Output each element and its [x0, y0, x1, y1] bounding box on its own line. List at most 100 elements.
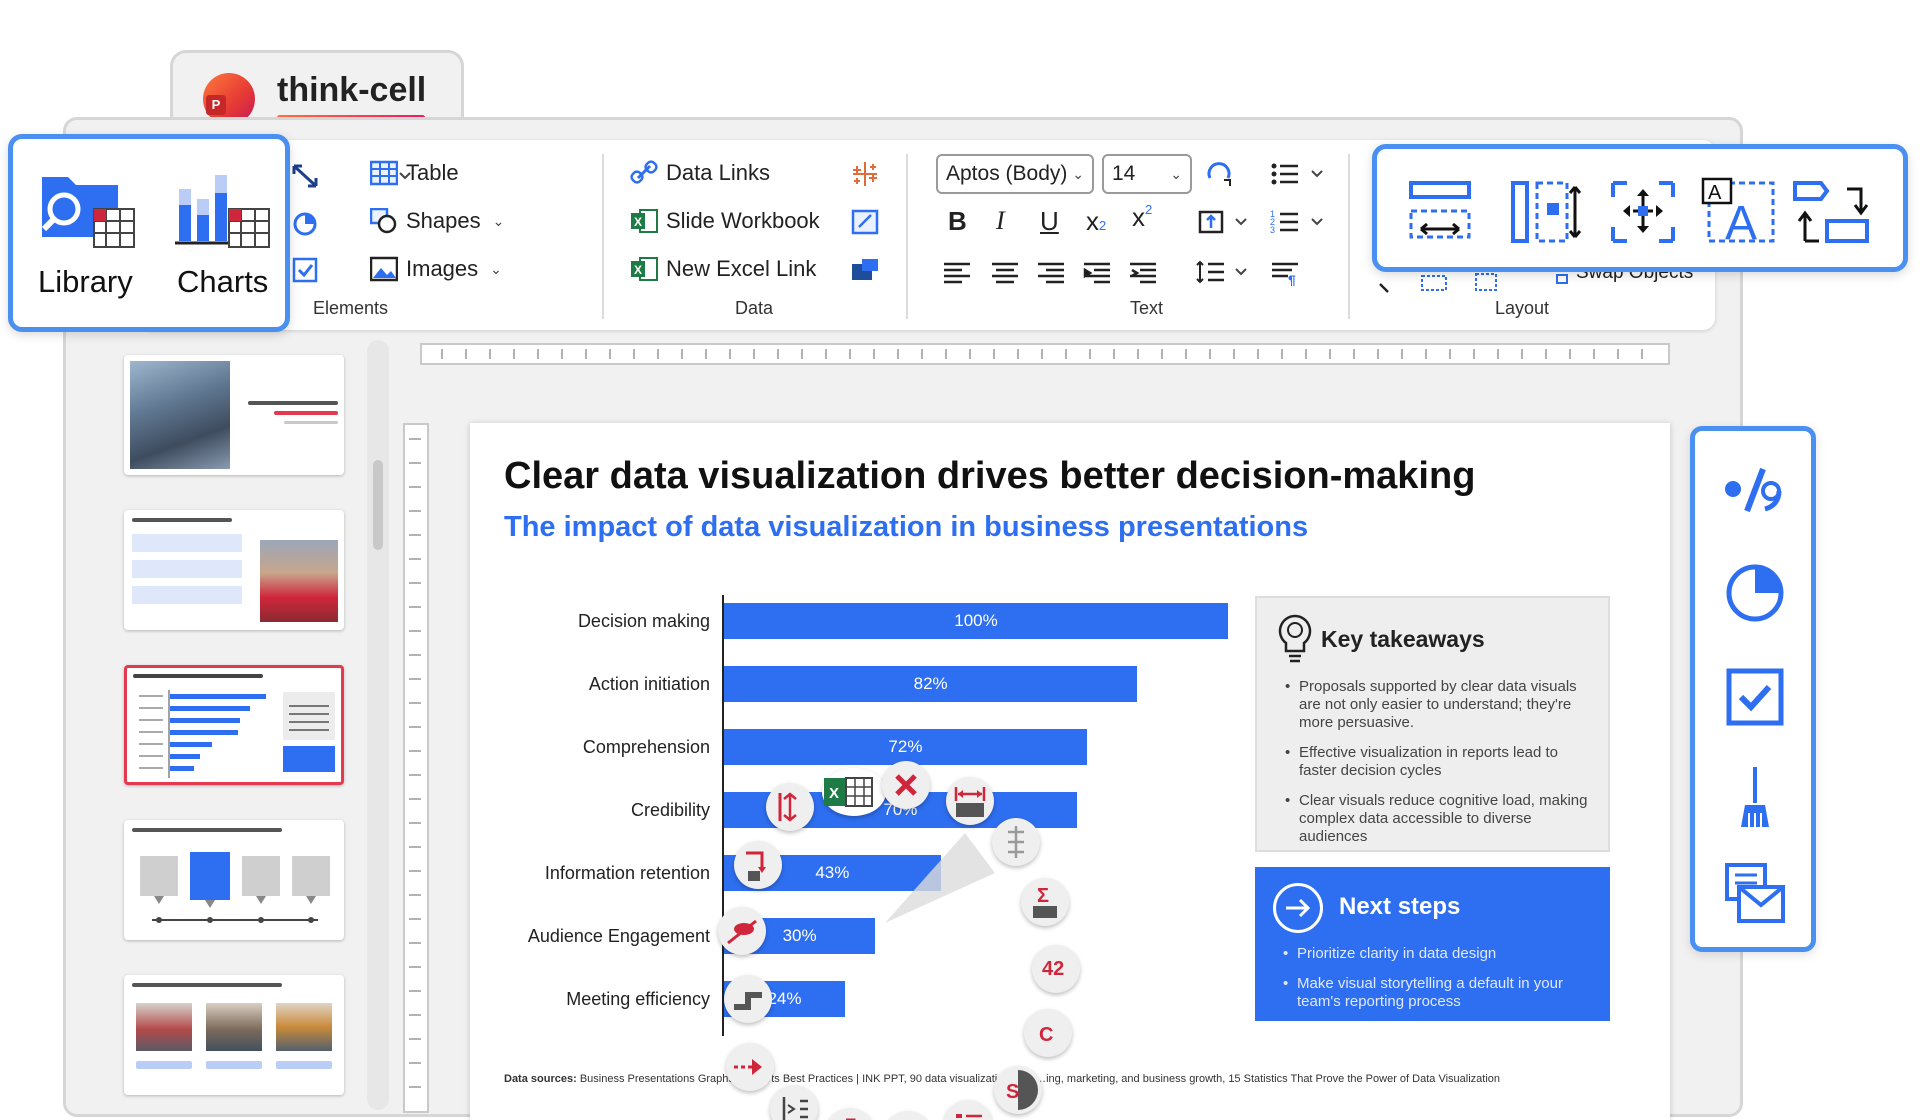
key-takeaways-box[interactable]: Key takeaways Proposals supported by cle…	[1255, 596, 1610, 852]
trend-line-icon[interactable]	[718, 907, 766, 955]
slide-subtitle[interactable]: The impact of data visualization in busi…	[504, 511, 1308, 544]
excel-datasheet-icon[interactable]: X	[822, 768, 886, 816]
next-steps-list: Prioritize clarity in data design Make v…	[1283, 945, 1603, 1023]
images-button[interactable]: Images ⌄	[369, 256, 502, 282]
bar-value-label: 24%	[767, 989, 802, 1008]
percent-icon[interactable]	[1721, 461, 1785, 522]
autofit-icon[interactable]	[1204, 160, 1234, 188]
list-item: Effective visualization in reports lead …	[1285, 744, 1595, 780]
slide-title[interactable]: Clear data visualization drives better d…	[504, 455, 1475, 498]
font-family-select[interactable]: Aptos (Body) ⌄	[936, 154, 1094, 194]
shapes-icon	[369, 207, 398, 234]
slide-canvas[interactable]: Clear data visualization drives better d…	[470, 423, 1670, 1120]
underline-button[interactable]: U	[1040, 206, 1059, 237]
thumb-line	[284, 421, 338, 424]
numbering-icon[interactable]: 123	[1270, 208, 1330, 236]
next-steps-title: Next steps	[1339, 893, 1461, 920]
chart-bar[interactable]: 100%	[724, 603, 1228, 639]
list-item: Make visual storytelling a default in yo…	[1283, 975, 1603, 1011]
broom-icon[interactable]	[1731, 765, 1781, 836]
pie-chart-icon[interactable]	[1725, 563, 1785, 628]
bar-value-label: 43%	[815, 863, 850, 882]
data-links-label: Data Links	[666, 160, 770, 185]
person-photo	[260, 540, 338, 622]
series-color-icon[interactable]: S	[994, 1066, 1042, 1114]
category-label: Audience Engagement	[527, 926, 710, 946]
next-steps-box[interactable]: Next steps Prioritize clarity in data de…	[1255, 867, 1610, 1021]
delete-icon[interactable]	[882, 761, 930, 809]
vertical-ruler[interactable]	[403, 423, 429, 1113]
slide-thumbnail-4[interactable]	[124, 820, 344, 940]
chevron-down-icon: ⌄	[490, 260, 502, 277]
arrow-left-icon[interactable]	[726, 1043, 774, 1091]
step-line-icon[interactable]	[724, 975, 772, 1023]
font-size-select[interactable]: 14 ⌄	[1102, 154, 1192, 194]
slide-thumbnail-1[interactable]	[124, 355, 344, 475]
library-icon[interactable]	[38, 165, 138, 255]
arrow-right-circle-icon	[1273, 883, 1323, 933]
data-links-button[interactable]: Data Links	[630, 160, 770, 186]
slide-thumbnail-3-active[interactable]	[124, 665, 344, 785]
list-item: Clear visuals reduce cognitive load, mak…	[1285, 792, 1595, 846]
svg-text:Σ: Σ	[1037, 885, 1049, 907]
difference-arrow-icon[interactable]	[946, 777, 994, 825]
subscript-button[interactable]: x2	[1086, 206, 1106, 237]
superscript-button[interactable]: x2	[1132, 202, 1152, 233]
library-label[interactable]: Library	[38, 264, 133, 300]
category-label: Credibility	[630, 800, 710, 820]
bullets-icon[interactable]	[1270, 160, 1330, 188]
italic-button[interactable]: I	[996, 206, 1005, 236]
paragraph-align-icons[interactable]	[942, 258, 1182, 286]
thumb-timeline	[140, 852, 330, 923]
paragraph-marks-icon[interactable]: ¶	[1270, 258, 1300, 288]
total-sum-icon[interactable]: Σ	[1021, 878, 1069, 926]
horizontal-ruler[interactable]	[420, 343, 1670, 365]
group-label-layout: Layout	[1495, 298, 1550, 318]
svg-text:A: A	[1708, 182, 1722, 204]
thumb-line	[133, 674, 263, 678]
line-spacing-icon[interactable]	[1196, 258, 1256, 286]
thumb-block	[132, 534, 242, 552]
tableau-icon[interactable]	[850, 160, 880, 188]
category-label: Information retention	[544, 863, 710, 883]
category-label: Action initiation	[588, 674, 710, 694]
charts-icon[interactable]	[173, 165, 273, 255]
bar-value-label: 82%	[913, 674, 948, 693]
slide-workbook-button[interactable]: X Slide Workbook	[630, 208, 820, 234]
vertical-align-icon[interactable]	[1196, 208, 1256, 236]
layout-tool-icons[interactable]: A A	[1407, 177, 1887, 247]
bold-button[interactable]: B	[948, 206, 967, 237]
slide-thumbnail-2[interactable]	[124, 510, 344, 630]
data-import-icon[interactable]	[850, 208, 880, 236]
svg-text:¶: ¶	[1288, 272, 1296, 286]
cagr-icon[interactable]: C	[1024, 1009, 1072, 1057]
shapes-label: Shapes	[406, 208, 481, 233]
bracket-icon[interactable]	[826, 1108, 874, 1120]
thumbnail-scrollbar[interactable]	[367, 340, 389, 1110]
sort-order-icon[interactable]	[884, 1111, 932, 1120]
connector-line-icon[interactable]	[734, 841, 782, 889]
table-button[interactable]: Table	[369, 160, 459, 186]
scrollbar-thumb[interactable]	[373, 460, 383, 550]
review-mail-icon[interactable]	[1723, 861, 1787, 930]
takeaways-title: Key takeaways	[1321, 626, 1485, 652]
label-number-icon[interactable]: 42	[1032, 945, 1080, 993]
thumb-block	[276, 1061, 332, 1069]
checkbox-icon[interactable]	[1725, 667, 1785, 732]
svg-text:X: X	[634, 215, 642, 229]
legend-icon[interactable]	[944, 1100, 992, 1120]
scale-icon[interactable]	[992, 818, 1040, 866]
axis-break-icon[interactable]	[770, 1085, 818, 1120]
new-excel-link-button[interactable]: X New Excel Link	[630, 256, 816, 282]
gap-icon[interactable]	[766, 783, 814, 831]
pie-small-icon[interactable]	[290, 210, 320, 238]
chart-bar[interactable]: 82%	[724, 666, 1138, 702]
charts-label[interactable]: Charts	[177, 264, 268, 300]
salesforce-icon[interactable]	[850, 256, 880, 284]
checkbox-small-icon[interactable]	[290, 256, 320, 284]
bar-value-label: 30%	[782, 926, 817, 945]
slide-thumbnail-5[interactable]	[124, 975, 344, 1095]
font-size-value: 14	[1112, 162, 1136, 185]
connector-icon[interactable]	[290, 162, 320, 190]
shapes-button[interactable]: Shapes ⌄	[369, 207, 504, 234]
